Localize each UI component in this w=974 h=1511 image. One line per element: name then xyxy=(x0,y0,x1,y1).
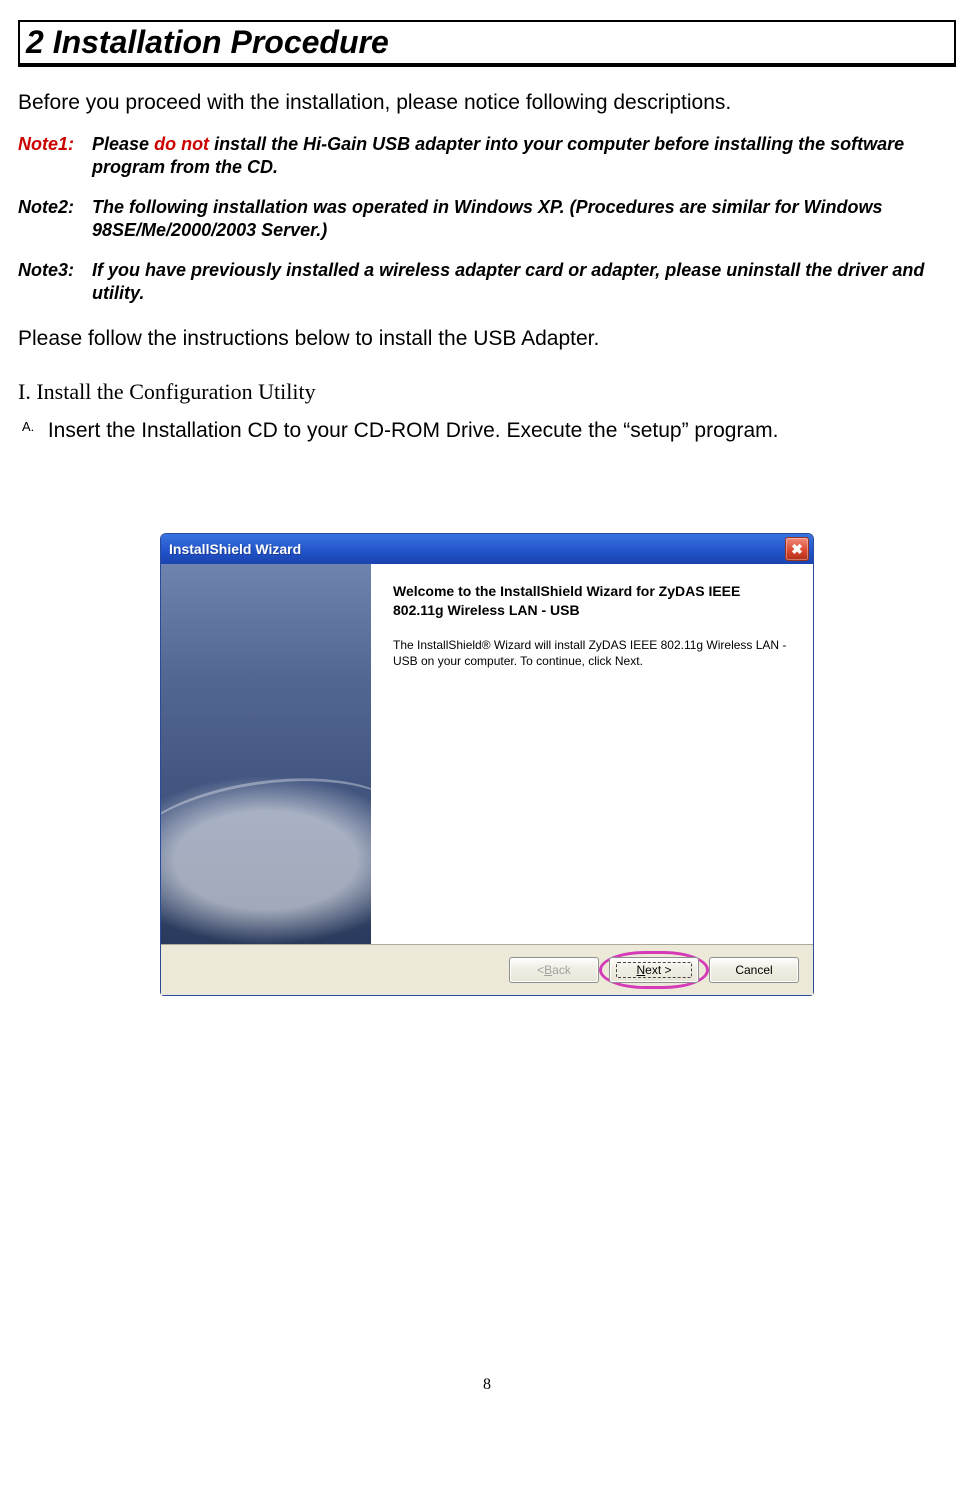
next-post: ext > xyxy=(645,963,671,977)
note-1: Note1: Please do not install the Hi-Gain… xyxy=(18,133,956,180)
note1-pre: Please xyxy=(92,134,154,154)
cancel-label: Cancel xyxy=(735,963,772,977)
close-button[interactable]: ✖ xyxy=(785,537,809,561)
wizard-content: Welcome to the InstallShield Wizard for … xyxy=(371,564,813,944)
step-a-marker: A. xyxy=(22,419,42,434)
notes-block: Note1: Please do not install the Hi-Gain… xyxy=(18,133,956,305)
wizard-screenshot: InstallShield Wizard ✖ Welcome to the In… xyxy=(160,533,814,996)
subheading: I. Install the Configuration Utility xyxy=(18,379,956,405)
note-3: Note3: If you have previously installed … xyxy=(18,259,956,306)
section-heading-box: 2 Installation Procedure xyxy=(18,20,956,67)
back-u: B xyxy=(544,963,552,977)
note1-donot: do not xyxy=(154,134,209,154)
step-a-text: Insert the Installation CD to your CD-RO… xyxy=(48,419,779,442)
next-button[interactable]: Next > xyxy=(609,957,699,983)
next-button-highlight: Next > xyxy=(609,957,699,983)
note3-text: If you have previously installed a wirel… xyxy=(92,259,956,306)
cancel-button[interactable]: Cancel xyxy=(709,957,799,983)
follow-instruction: Please follow the instructions below to … xyxy=(18,327,956,351)
note1-text: Please do not install the Hi-Gain USB ad… xyxy=(92,133,956,180)
installshield-wizard-window: InstallShield Wizard ✖ Welcome to the In… xyxy=(160,533,814,996)
note-2: Note2: The following installation was op… xyxy=(18,196,956,243)
close-icon: ✖ xyxy=(791,541,803,558)
wizard-description: The InstallShield® Wizard will install Z… xyxy=(393,637,791,669)
note1-label: Note1: xyxy=(18,133,92,156)
note2-label: Note2: xyxy=(18,196,92,219)
wizard-sidebar-image xyxy=(161,564,371,944)
wizard-welcome-heading: Welcome to the InstallShield Wizard for … xyxy=(393,582,791,618)
wizard-titlebar: InstallShield Wizard ✖ xyxy=(161,534,813,564)
step-a: A. Insert the Installation CD to your CD… xyxy=(22,419,956,443)
note2-text: The following installation was operated … xyxy=(92,196,956,243)
back-button: < Back xyxy=(509,957,599,983)
back-post: ack xyxy=(552,963,571,977)
wizard-title: InstallShield Wizard xyxy=(169,541,785,557)
note1-post: install the Hi-Gain USB adapter into you… xyxy=(92,134,904,177)
next-u: N xyxy=(636,963,645,977)
back-pre: < xyxy=(537,963,544,977)
note3-label: Note3: xyxy=(18,259,92,282)
section-heading: 2 Installation Procedure xyxy=(18,20,956,65)
page-number: 8 xyxy=(18,1376,956,1394)
wizard-button-row: < Back Next > Cancel xyxy=(161,944,813,995)
intro-text: Before you proceed with the installation… xyxy=(18,91,956,115)
wizard-body: Welcome to the InstallShield Wizard for … xyxy=(161,564,813,944)
